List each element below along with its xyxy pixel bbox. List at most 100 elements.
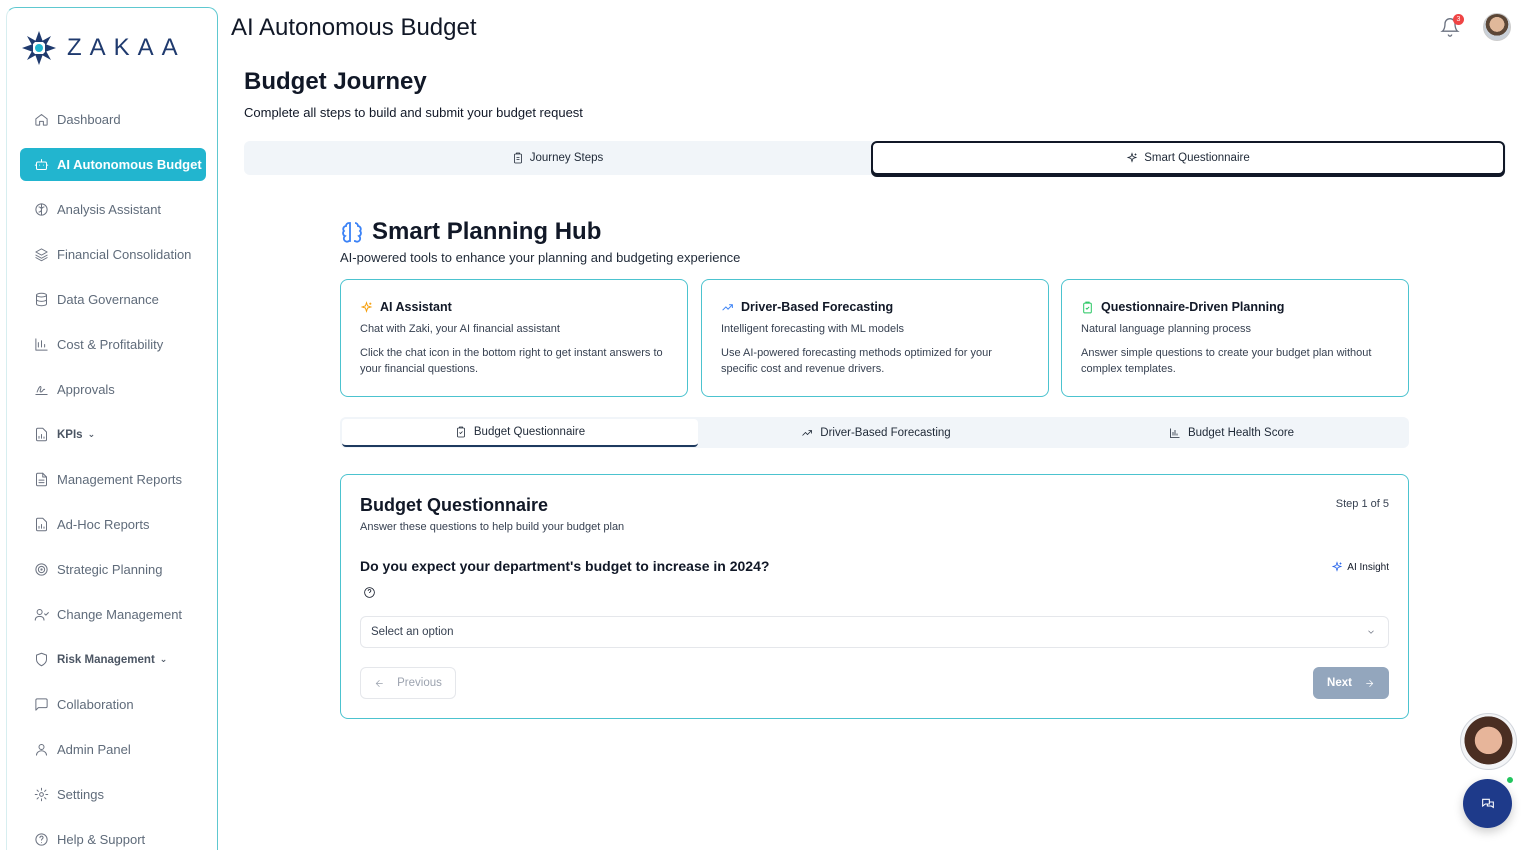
assistant-avatar[interactable]: [1460, 713, 1517, 770]
sidebar-item-label: Risk Management: [57, 653, 155, 666]
card-body: Click the chat icon in the bottom right …: [360, 347, 663, 375]
sidebar-item-collaboration[interactable]: Collaboration: [20, 688, 206, 721]
chat-icon: [1481, 798, 1494, 808]
sidebar-item-kpis[interactable]: KPIs ⌄: [20, 418, 206, 451]
sidebar-item-admin-panel[interactable]: Admin Panel: [20, 733, 206, 766]
file-chart-icon: [36, 427, 47, 442]
tab-label: Budget Questionnaire: [473, 426, 586, 438]
brain-icon: [35, 203, 48, 216]
tab-smart-questionnaire[interactable]: Smart Questionnaire: [871, 141, 1505, 175]
chevron-down-icon: [1366, 627, 1376, 637]
sidebar-item-label: Financial Consolidation: [57, 247, 192, 262]
tab-label: Smart Questionnaire: [1144, 152, 1250, 164]
card-body: Use AI-powered forecasting methods optim…: [721, 347, 992, 375]
sidebar-item-label: Strategic Planning: [57, 562, 163, 577]
chevron-down-icon: ⌄: [87, 429, 96, 439]
card-body: Answer simple questions to create your b…: [1081, 347, 1372, 375]
brain-icon: [340, 220, 364, 244]
trending-up-icon: [722, 303, 733, 311]
help-circle-icon[interactable]: [363, 586, 375, 598]
user-avatar[interactable]: [1483, 13, 1511, 41]
sidebar-item-ad-hoc-reports[interactable]: Ad-Hoc Reports: [20, 508, 206, 541]
ai-insight-button[interactable]: AI Insight: [1331, 561, 1389, 573]
card-subtitle: Intelligent forecasting with ML models: [721, 323, 905, 335]
previous-label: Previous: [397, 677, 442, 689]
next-label: Next: [1327, 677, 1352, 689]
tab-label: Budget Health Score: [1187, 426, 1295, 439]
page-subtitle: Complete all steps to build and submit y…: [244, 105, 583, 120]
ai-insight-label: AI Insight: [1347, 561, 1389, 573]
notifications-button[interactable]: 3: [1440, 14, 1464, 39]
hub-subtitle: AI-powered tools to enhance your plannin…: [340, 250, 741, 265]
sidebar-item-help-support[interactable]: Help & Support: [20, 823, 206, 850]
sidebar-item-approvals[interactable]: Approvals: [20, 373, 206, 406]
tab-budget-health-score[interactable]: Budget Health Score: [1054, 417, 1409, 448]
clipboard-check-icon: [1083, 301, 1092, 313]
sidebar-item-management-reports[interactable]: Management Reports: [20, 463, 206, 496]
sidebar-item-data-governance[interactable]: Data Governance: [20, 283, 206, 316]
step-indicator: Step 1 of 5: [1335, 498, 1389, 510]
sidebar-item-risk-management[interactable]: Risk Management ⌄: [20, 643, 206, 676]
sidebar-item-change-management[interactable]: Change Management: [20, 598, 206, 631]
sidebar-item-cost-profitability[interactable]: Cost & Profitability: [20, 328, 206, 361]
arrow-left-icon: [375, 679, 383, 687]
help-icon: [35, 833, 48, 846]
home-icon: [35, 114, 48, 126]
previous-button[interactable]: Previous: [360, 667, 456, 699]
chat-button[interactable]: [1463, 779, 1512, 828]
app-title: AI Autonomous Budget: [231, 14, 477, 41]
chart-icon: [35, 338, 48, 351]
robot-icon: [34, 159, 49, 170]
sidebar-item-label: Settings: [57, 787, 104, 802]
tab-driver-based-forecasting[interactable]: Driver-Based Forecasting: [698, 417, 1054, 448]
target-icon: [35, 563, 48, 576]
tab-label: Journey Steps: [529, 152, 604, 164]
sidebar-item-label: Change Management: [57, 607, 183, 622]
database-icon: [36, 292, 47, 307]
sidebar-nav: Dashboard AI Autonomous Budget Analysis …: [20, 103, 206, 850]
sidebar-item-financial-consolidation[interactable]: Financial Consolidation: [20, 238, 206, 271]
sparkles-icon: [1127, 152, 1138, 163]
sidebar-item-dashboard[interactable]: Dashboard: [20, 103, 206, 136]
next-button[interactable]: Next: [1313, 667, 1389, 699]
sidebar-item-analysis-assistant[interactable]: Analysis Assistant: [20, 193, 206, 226]
sidebar-item-label: Management Reports: [57, 472, 183, 487]
card-title: Driver-Based Forecasting: [741, 300, 894, 314]
arrow-right-icon: [1366, 679, 1374, 687]
questionnaire-title: Budget Questionnaire: [360, 495, 549, 515]
card-subtitle: Chat with Zaki, your AI financial assist…: [360, 323, 560, 335]
file-chart-icon: [36, 517, 47, 532]
sparkles-icon: [1332, 561, 1343, 572]
clipboard-icon: [456, 426, 465, 438]
sidebar-item-settings[interactable]: Settings: [20, 778, 206, 811]
layers-icon: [35, 248, 48, 262]
logo[interactable]: ZAKAA: [21, 30, 186, 66]
feature-card-questionnaire-driven-planning: Questionnaire-Driven Planning Natural la…: [1061, 279, 1409, 397]
clipboard-icon: [513, 152, 522, 164]
signature-icon: [35, 386, 48, 395]
tab-label: Driver-Based Forecasting: [820, 426, 951, 439]
tab-budget-questionnaire[interactable]: Budget Questionnaire: [342, 419, 698, 447]
star-logo-icon: [22, 31, 56, 65]
page-title: Budget Journey: [244, 68, 427, 95]
tab-journey-steps[interactable]: Journey Steps: [244, 141, 871, 175]
sidebar-item-label: Cost & Profitability: [57, 337, 164, 352]
sidebar-item-ai-autonomous-budget[interactable]: AI Autonomous Budget: [20, 148, 206, 181]
card-title: Questionnaire-Driven Planning: [1101, 300, 1285, 314]
question-text: Do you expect your department's budget t…: [360, 558, 770, 574]
sparkles-icon: [360, 300, 373, 313]
users-icon: [34, 609, 49, 621]
card-title: AI Assistant: [380, 300, 452, 314]
sidebar-item-label: Analysis Assistant: [57, 202, 162, 217]
answer-select[interactable]: Select an option: [360, 616, 1389, 648]
feature-card-ai-assistant: AI Assistant Chat with Zaki, your AI fin…: [340, 279, 688, 397]
sidebar-item-label: Dashboard: [57, 112, 121, 127]
sidebar-item-strategic-planning[interactable]: Strategic Planning: [20, 553, 206, 586]
card-subtitle: Natural language planning process: [1081, 323, 1252, 335]
sidebar-item-label: KPIs: [57, 428, 83, 441]
sidebar-item-label: AI Autonomous Budget: [57, 157, 202, 172]
select-placeholder: Select an option: [371, 626, 454, 638]
sidebar-item-label: Help & Support: [57, 832, 146, 847]
chevron-down-icon: ⌄: [159, 654, 168, 664]
sidebar: ZAKAA Dashboard AI Autonomous Budget Ana…: [6, 7, 218, 850]
